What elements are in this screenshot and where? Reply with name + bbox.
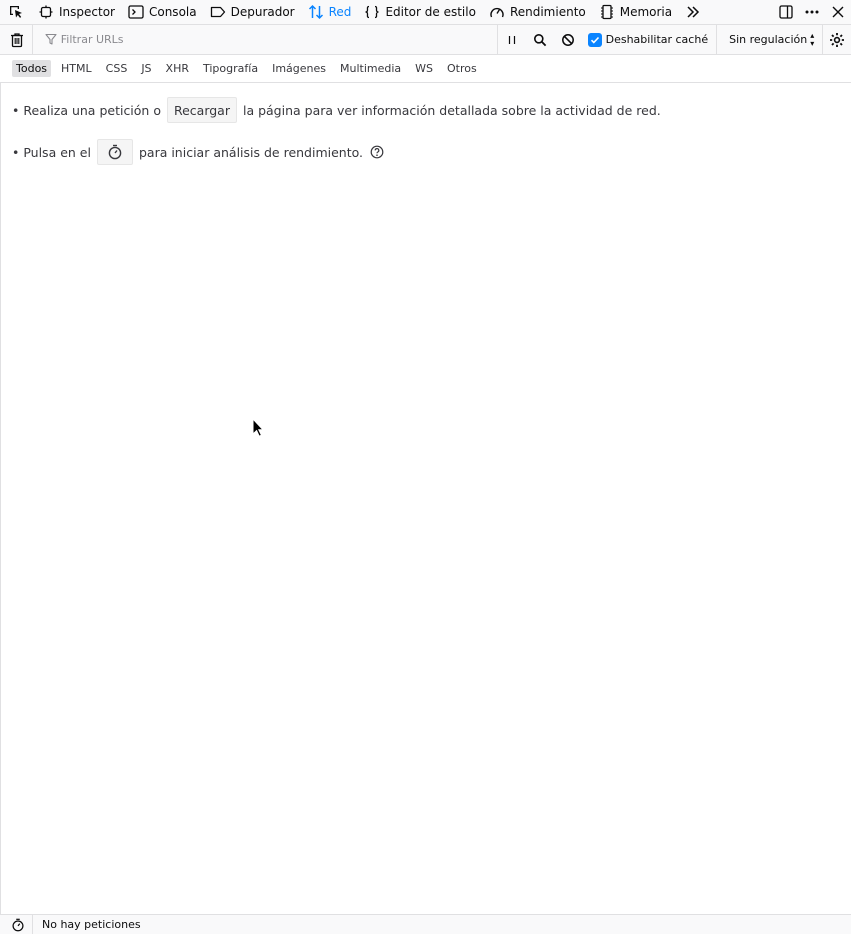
more-tools-button[interactable]: [681, 0, 705, 24]
tab-label: Rendimiento: [509, 5, 586, 19]
style-editor-icon: [364, 4, 380, 20]
trash-icon: [11, 32, 24, 47]
help-button[interactable]: [370, 145, 384, 159]
disable-cache-checkbox[interactable]: [587, 32, 602, 47]
performance-notice-prefix: • Pulsa en el: [12, 144, 91, 160]
tab-inspector[interactable]: Inspector: [32, 0, 122, 24]
panel-left-border: [0, 83, 1, 914]
tab-style-editor[interactable]: Editor de estilo: [358, 0, 483, 24]
tab-network[interactable]: Red: [302, 0, 359, 24]
status-bar: No hay peticiones: [0, 914, 851, 934]
filter-urls-input[interactable]: [58, 32, 483, 47]
close-icon: [832, 6, 844, 18]
dock-side-button[interactable]: [773, 0, 799, 24]
tab-label: Depurador: [230, 5, 295, 19]
help-icon: [370, 145, 384, 159]
tab-console[interactable]: Consola: [122, 0, 204, 24]
filter-images-button[interactable]: Imágenes: [268, 60, 330, 77]
block-requests-button[interactable]: [554, 25, 582, 54]
filter-ws-button[interactable]: WS: [411, 60, 437, 77]
tab-performance[interactable]: Rendimiento: [483, 0, 593, 24]
network-icon: [308, 4, 324, 20]
stopwatch-icon: [11, 918, 24, 931]
requests-summary: No hay peticiones: [42, 918, 141, 931]
filter-all-button[interactable]: Todos: [12, 60, 52, 77]
performance-analysis-button[interactable]: [3, 915, 33, 934]
dock-side-icon: [779, 5, 793, 19]
network-toolbar: Deshabilitar caché Sin regulación ▴▾: [0, 25, 851, 55]
inspector-icon: [38, 4, 54, 20]
stopwatch-icon: [108, 144, 122, 160]
toolbox-controls: [773, 0, 851, 24]
mouse-cursor-icon: [252, 418, 264, 437]
tab-label: Inspector: [59, 5, 115, 19]
clear-requests-button[interactable]: [3, 25, 33, 54]
search-button[interactable]: [526, 25, 554, 54]
reload-notice: • Realiza una petición o Recargar la pág…: [12, 97, 661, 123]
chevron-double-right-icon: [687, 6, 700, 18]
tab-debugger[interactable]: Depurador: [204, 0, 302, 24]
filter-html-button[interactable]: HTML: [57, 60, 96, 77]
disable-cache-label: Deshabilitar caché: [605, 33, 709, 46]
performance-notice: • Pulsa en el para iniciar análisis de r…: [12, 139, 384, 165]
checkmark-icon: [590, 36, 599, 44]
console-icon: [128, 4, 144, 20]
network-settings-button[interactable]: [823, 25, 851, 54]
disable-cache-toggle[interactable]: Deshabilitar caché: [582, 25, 718, 54]
tab-label: Editor de estilo: [385, 5, 476, 19]
filter-js-button[interactable]: JS: [137, 60, 155, 77]
gear-icon: [830, 32, 845, 47]
start-performance-analysis-button[interactable]: [96, 139, 133, 165]
performance-icon: [489, 4, 505, 20]
select-arrows-icon: ▴ ▾: [810, 30, 815, 48]
tab-memory[interactable]: Memoria: [593, 0, 679, 24]
toolbox-tabbar: Inspector Consola Depurador Red Editor d…: [0, 0, 851, 25]
pause-button[interactable]: [498, 25, 526, 54]
throttling-select[interactable]: Sin regulación ▴ ▾: [717, 25, 824, 54]
throttling-value: Sin regulación: [729, 33, 808, 46]
reload-notice-prefix: • Realiza una petición o: [12, 102, 161, 118]
memory-icon: [599, 4, 615, 20]
tab-label: Consola: [148, 5, 197, 19]
reload-notice-suffix: la página para ver información detallada…: [242, 102, 661, 118]
performance-notice-suffix: para iniciar análisis de rendimiento.: [138, 144, 364, 160]
filter-fonts-button[interactable]: Tipografía: [199, 60, 262, 77]
filter-urls-box: [33, 25, 499, 54]
request-type-filters: Todos HTML CSS JS XHR Tipografía Imágene…: [0, 55, 851, 83]
more-horizontal-icon: [805, 10, 819, 14]
close-toolbox-button[interactable]: [825, 0, 851, 24]
reload-button[interactable]: Recargar: [166, 97, 237, 123]
filter-icon: [45, 33, 57, 45]
tab-label: Memoria: [619, 5, 673, 19]
element-picker-button[interactable]: [0, 0, 32, 24]
debugger-icon: [210, 4, 226, 20]
tab-label: Red: [328, 5, 352, 19]
filter-css-button[interactable]: CSS: [102, 60, 132, 77]
pause-icon: [509, 35, 516, 44]
filter-other-button[interactable]: Otros: [443, 60, 481, 77]
search-icon: [534, 33, 547, 46]
block-icon: [561, 33, 574, 46]
filter-xhr-button[interactable]: XHR: [162, 60, 193, 77]
element-picker-icon: [10, 6, 22, 18]
options-menu-button[interactable]: [799, 0, 825, 24]
filter-media-button[interactable]: Multimedia: [336, 60, 405, 77]
